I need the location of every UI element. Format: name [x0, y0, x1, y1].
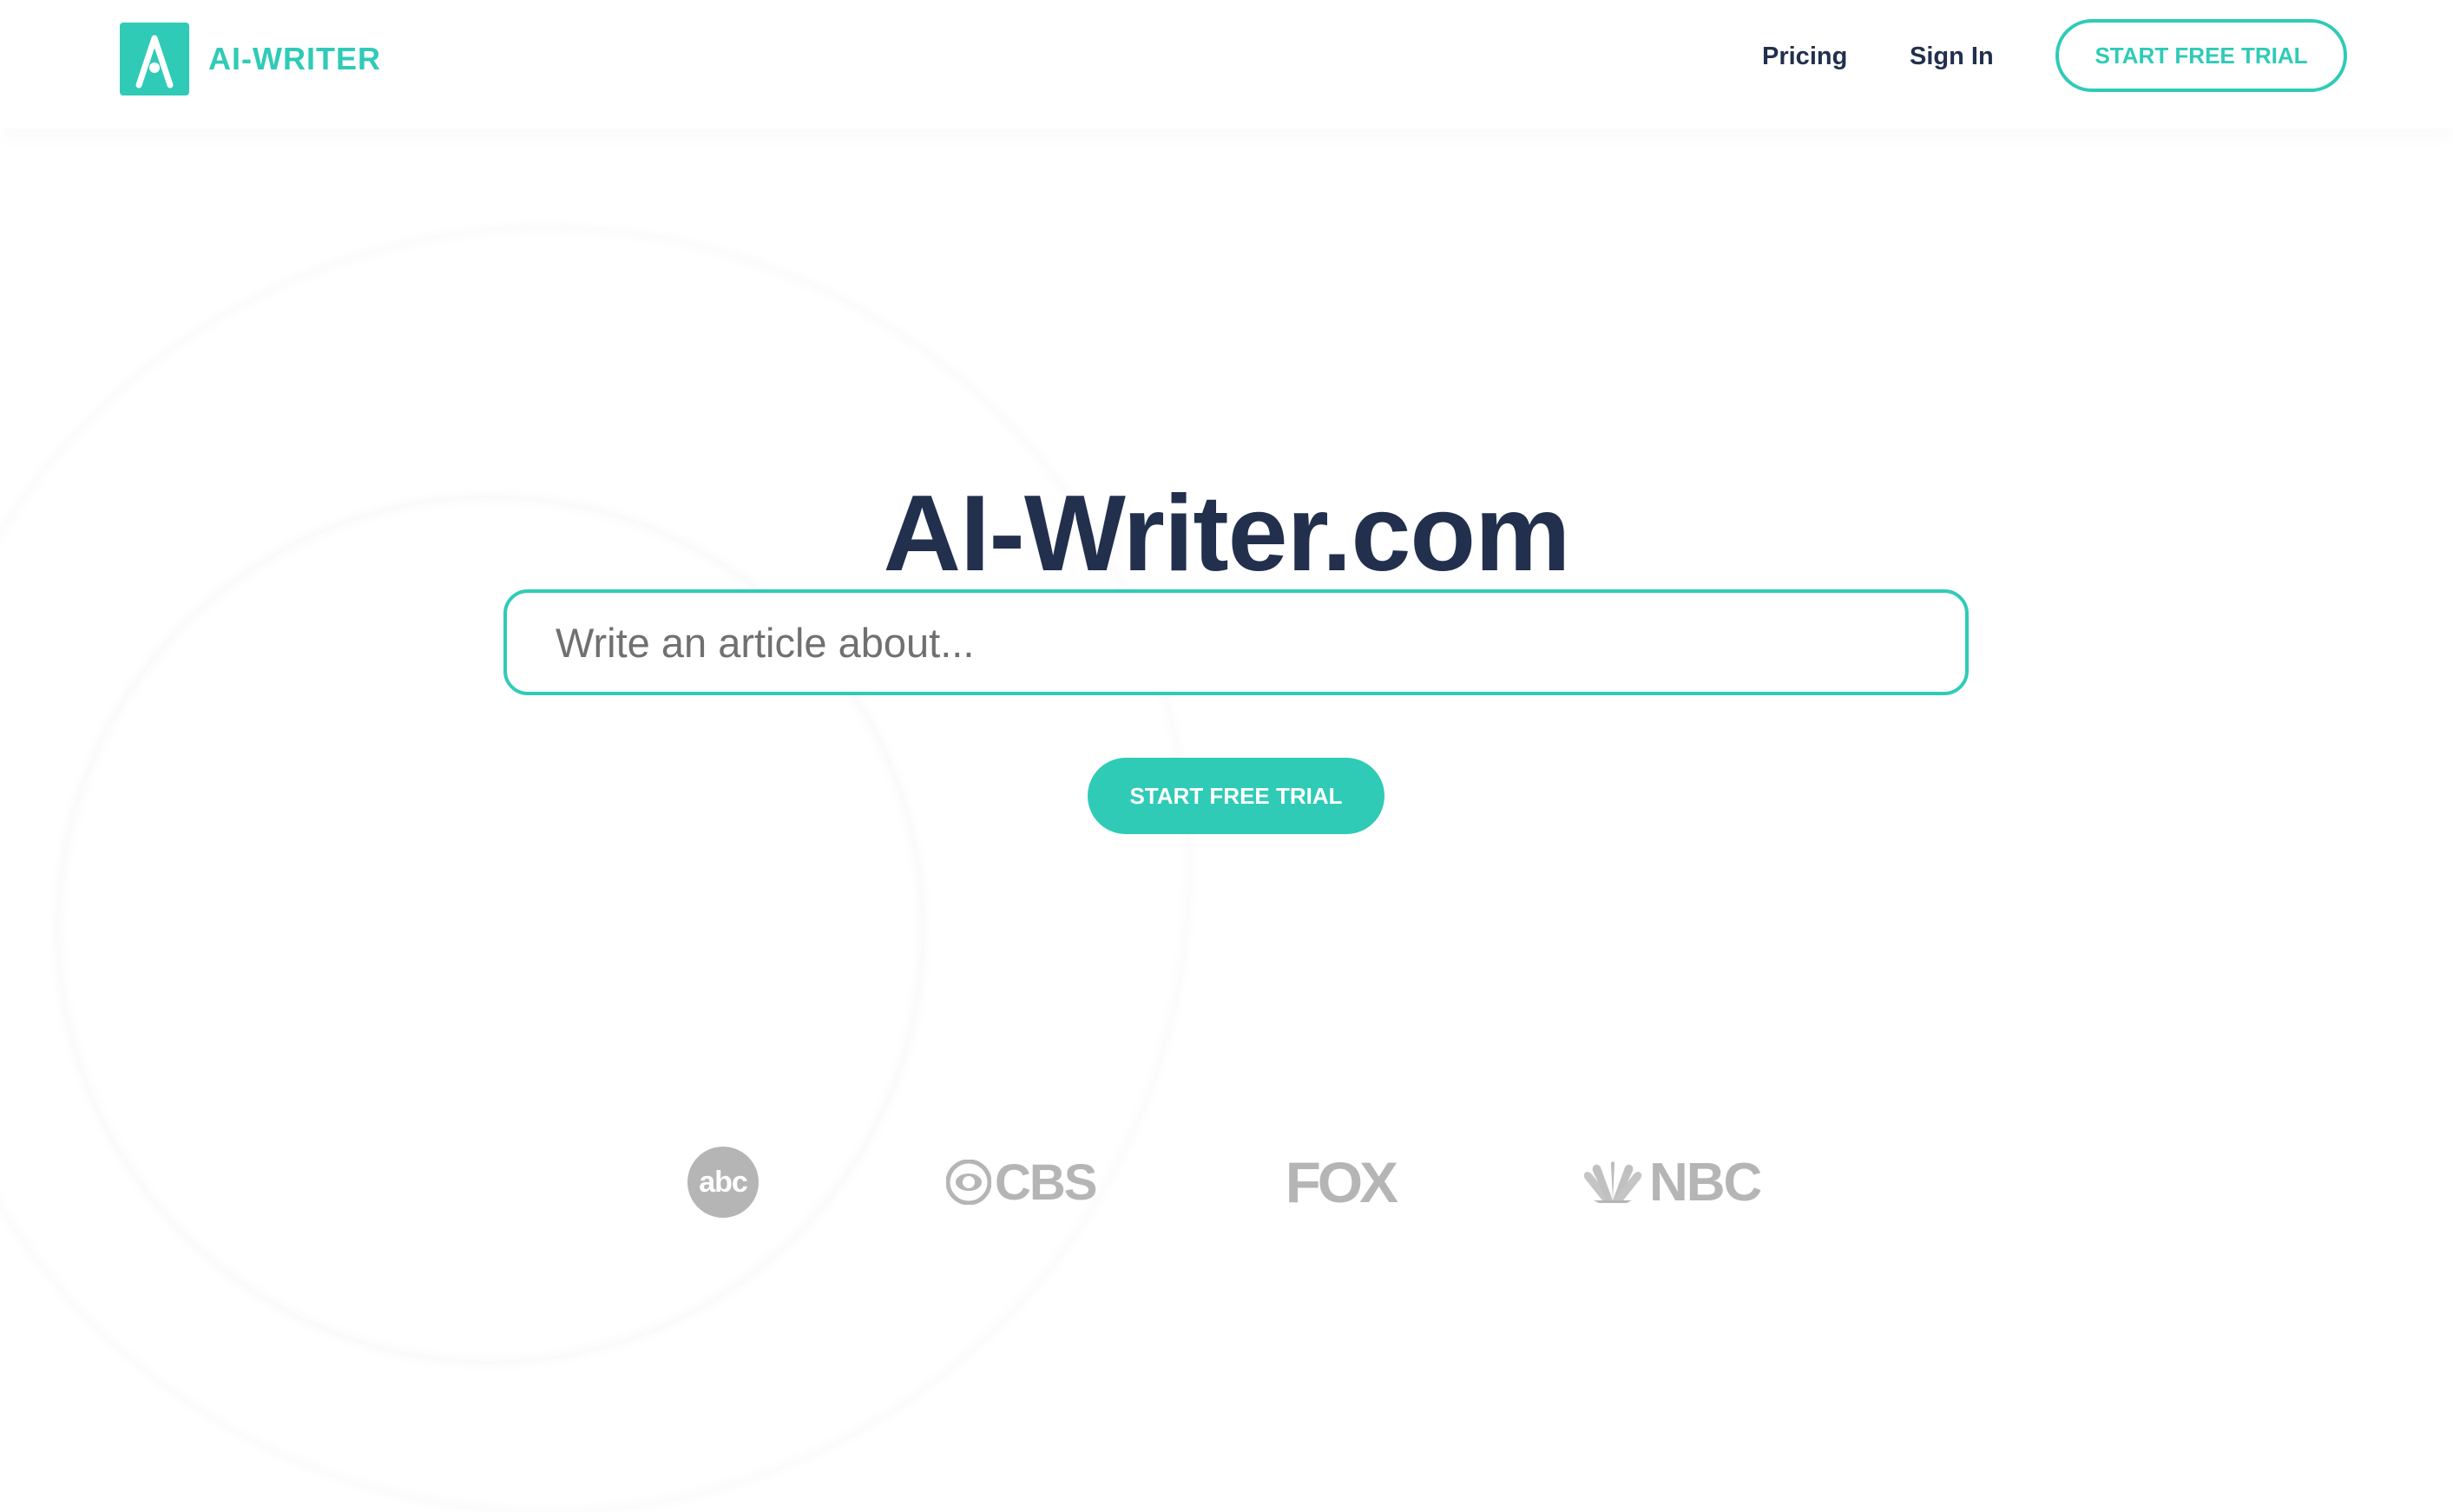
- ai-writer-logo-icon: [120, 23, 189, 95]
- nbc-peacock-icon: [1583, 1161, 1642, 1203]
- media-logos: abc CBS FOX NBC: [0, 1139, 2453, 1226]
- top-start-free-trial-button[interactable]: START FREE TRIAL: [2055, 19, 2347, 92]
- brand[interactable]: AI-WRITER: [120, 23, 381, 95]
- cbs-logo: CBS: [946, 1139, 1097, 1226]
- abc-logo-text: abc: [699, 1165, 748, 1199]
- article-topic-input-wrapper[interactable]: [503, 589, 1969, 695]
- hero-start-free-trial-button[interactable]: START FREE TRIAL: [1088, 758, 1384, 834]
- sign-in-link[interactable]: Sign In: [1910, 42, 1994, 72]
- fox-logo-text: FOX: [1285, 1150, 1398, 1214]
- nbc-logo: NBC: [1578, 1139, 1762, 1226]
- abc-logo-badge: abc: [687, 1147, 759, 1218]
- pricing-link[interactable]: Pricing: [1762, 42, 1847, 72]
- abc-logo: abc: [687, 1139, 759, 1226]
- article-topic-input[interactable]: [507, 593, 1965, 692]
- background-circle-large: [0, 227, 1189, 1512]
- brand-name: AI-WRITER: [208, 41, 381, 76]
- top-navigation: AI-WRITER Pricing Sign In START FREE TRI…: [0, 0, 2453, 128]
- cbs-eye-icon: [946, 1160, 991, 1205]
- fox-logo: FOX: [1285, 1139, 1398, 1226]
- cbs-logo-text: CBS: [995, 1154, 1097, 1211]
- nbc-logo-text: NBC: [1649, 1152, 1762, 1213]
- page-title: AI-Writer.com: [883, 474, 1571, 595]
